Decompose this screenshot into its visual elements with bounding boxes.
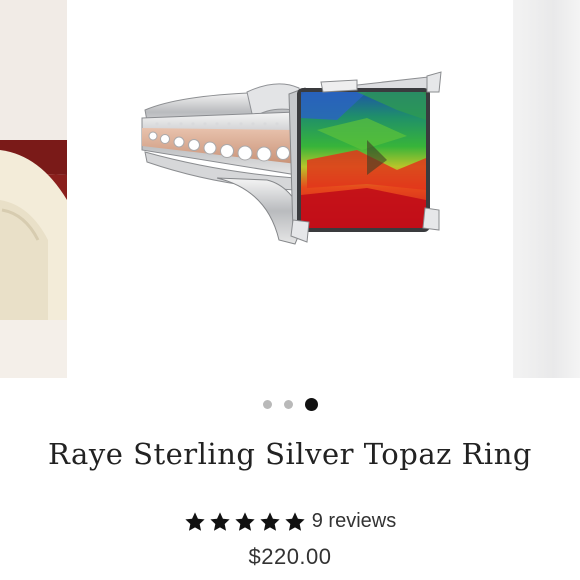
product-rating[interactable]: 9 reviews bbox=[0, 510, 580, 533]
previous-slide-image[interactable] bbox=[0, 0, 67, 378]
star-icon bbox=[210, 511, 230, 531]
product-image-carousel[interactable] bbox=[0, 0, 580, 378]
star-icon bbox=[285, 511, 305, 531]
star-icon bbox=[185, 511, 205, 531]
star-icon bbox=[260, 511, 280, 531]
carousel-dot-3-active[interactable] bbox=[304, 397, 318, 411]
reviews-link[interactable]: 9 reviews bbox=[312, 510, 396, 533]
ring-image bbox=[141, 71, 442, 245]
carousel-dot-2[interactable] bbox=[283, 399, 293, 409]
carousel-dot-1[interactable] bbox=[262, 399, 272, 409]
product-title: Raye Sterling Silver Topaz Ring bbox=[48, 437, 532, 471]
product-price: $220.00 bbox=[248, 544, 332, 569]
ring-box-image bbox=[0, 0, 67, 378]
next-slide-image[interactable] bbox=[513, 0, 580, 378]
carousel-pagination bbox=[0, 397, 580, 411]
star-icon bbox=[235, 511, 255, 531]
active-slide-image[interactable] bbox=[67, 0, 513, 378]
rating-stars bbox=[184, 511, 306, 533]
